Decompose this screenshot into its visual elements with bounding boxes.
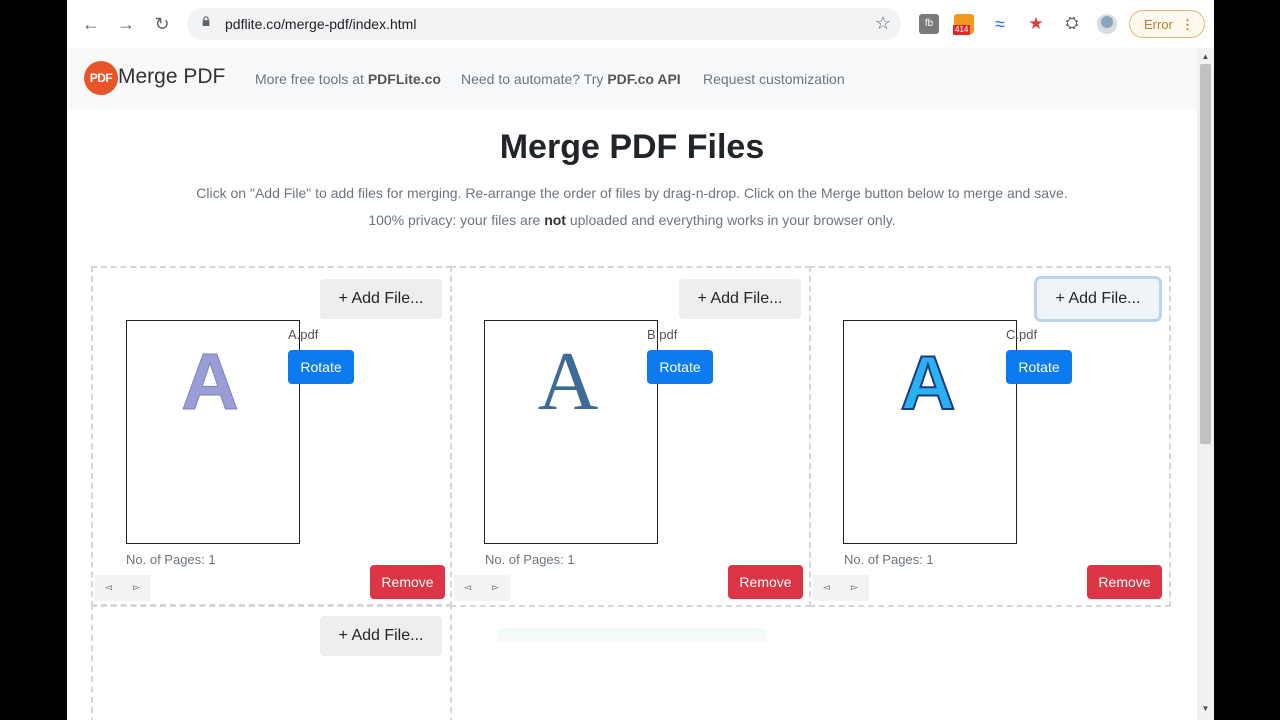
pdf-logo-icon[interactable]: PDF [84,61,118,95]
add-file-button-3[interactable]: + Add File... [1037,279,1159,319]
privacy-note-pre: 100% privacy: your files are [368,212,545,228]
remove-button-2[interactable]: Remove [728,565,803,599]
profile-avatar[interactable] [1097,14,1117,34]
letter-a-thumbnail-2: A [538,335,599,428]
reorder-arrows-1: ◅ ▻ [95,575,151,601]
nav-link-free-tools-prefix: More free tools at [255,71,368,87]
letter-a-thumbnail-1: A [181,337,240,427]
extension-badge-icon[interactable]: 414 [953,14,974,35]
bookmark-star-icon[interactable]: ☆ [875,13,891,34]
nav-link-customization[interactable]: Request customization [703,71,845,87]
add-file-button-2[interactable]: + Add File... [679,279,801,319]
wave-extension-icon[interactable]: ≈ [990,14,1010,34]
file-name-1: A.pdf [288,327,319,342]
lock-icon [202,16,210,26]
forward-icon[interactable]: → [114,12,138,36]
move-left-icon[interactable]: ◅ [464,582,471,593]
page-count-2: No. of Pages: 1 [485,552,575,567]
reload-icon[interactable]: ↻ [150,12,174,36]
privacy-note-bold: not [544,212,566,228]
site-navbar: PDF Merge PDF More free tools at PDFLite… [67,48,1197,110]
privacy-note-post: uploaded and everything works in your br… [565,212,896,228]
file-preview-1[interactable]: A [126,320,300,544]
page-count-3: No. of Pages: 1 [844,552,934,567]
nav-link-api[interactable]: Need to automate? Try PDF.co API [461,71,681,87]
scroll-down-icon[interactable]: ▼ [1197,702,1214,716]
privacy-note: 100% privacy: your files are not uploade… [67,212,1197,228]
scroll-up-icon[interactable]: ▲ [1197,50,1214,64]
error-label: Error [1144,17,1173,32]
page-count-1: No. of Pages: 1 [126,552,216,567]
move-left-icon[interactable]: ◅ [823,582,830,593]
page-description: Click on "Add File" to add files for mer… [196,185,1068,201]
brand-name[interactable]: Merge PDF [118,65,225,89]
remove-button-1[interactable]: Remove [370,565,445,599]
move-right-icon[interactable]: ▻ [133,582,140,593]
more-menu-icon[interactable]: ⋮ [1181,11,1194,39]
add-file-button-1[interactable]: + Add File... [320,279,442,319]
reorder-arrows-2: ◅ ▻ [454,575,510,601]
letter-a-thumbnail-3: A [900,340,957,427]
address-bar[interactable]: pdflite.co/merge-pdf/index.html ☆ [187,8,901,40]
nav-link-free-tools-bold: PDFLite.co [367,71,441,87]
profile-error-button[interactable]: Error ⋮ [1129,10,1205,38]
file-preview-2[interactable]: A [484,320,658,544]
back-icon[interactable]: ← [79,12,103,36]
file-name-2: B.pdf [647,327,678,342]
reorder-arrows-3: ◅ ▻ [813,575,869,601]
page-title: Merge PDF Files [499,128,765,166]
rotate-button-1[interactable]: Rotate [288,350,354,384]
merge-area-placeholder [497,628,767,642]
rotate-button-3[interactable]: Rotate [1006,350,1072,384]
nav-link-api-bold: PDF.co API [607,71,681,87]
extension-badge-count: 414 [953,25,971,35]
url-text: pdflite.co/merge-pdf/index.html [225,16,417,32]
nav-link-free-tools[interactable]: More free tools at PDFLite.co [255,71,441,87]
thumbnail-glyph-3: A [901,341,956,426]
browser-viewport: ← → ↻ pdflite.co/merge-pdf/index.html ☆ … [67,0,1214,720]
nav-link-api-prefix: Need to automate? Try [461,71,608,87]
page-scrollbar[interactable]: ▲ ▼ [1197,48,1214,720]
scroll-thumb[interactable] [1200,64,1211,444]
red-star-extension-icon[interactable]: ★ [1026,14,1046,34]
thumbnail-glyph-2: A [538,335,599,428]
thumbnail-glyph-1: A [181,337,239,426]
extension-icon-1[interactable]: fb [919,14,939,34]
puzzle-extensions-icon[interactable]: ⛭ [1062,14,1082,34]
browser-toolbar: ← → ↻ pdflite.co/merge-pdf/index.html ☆ … [67,0,1214,49]
file-name-3: C.pdf [1006,327,1038,342]
remove-button-3[interactable]: Remove [1087,565,1162,599]
move-right-icon[interactable]: ▻ [851,582,858,593]
move-left-icon[interactable]: ◅ [105,582,112,593]
rotate-button-2[interactable]: Rotate [647,350,713,384]
add-file-button-4[interactable]: + Add File... [320,616,442,656]
move-right-icon[interactable]: ▻ [492,582,499,593]
file-preview-3[interactable]: A [843,320,1017,544]
